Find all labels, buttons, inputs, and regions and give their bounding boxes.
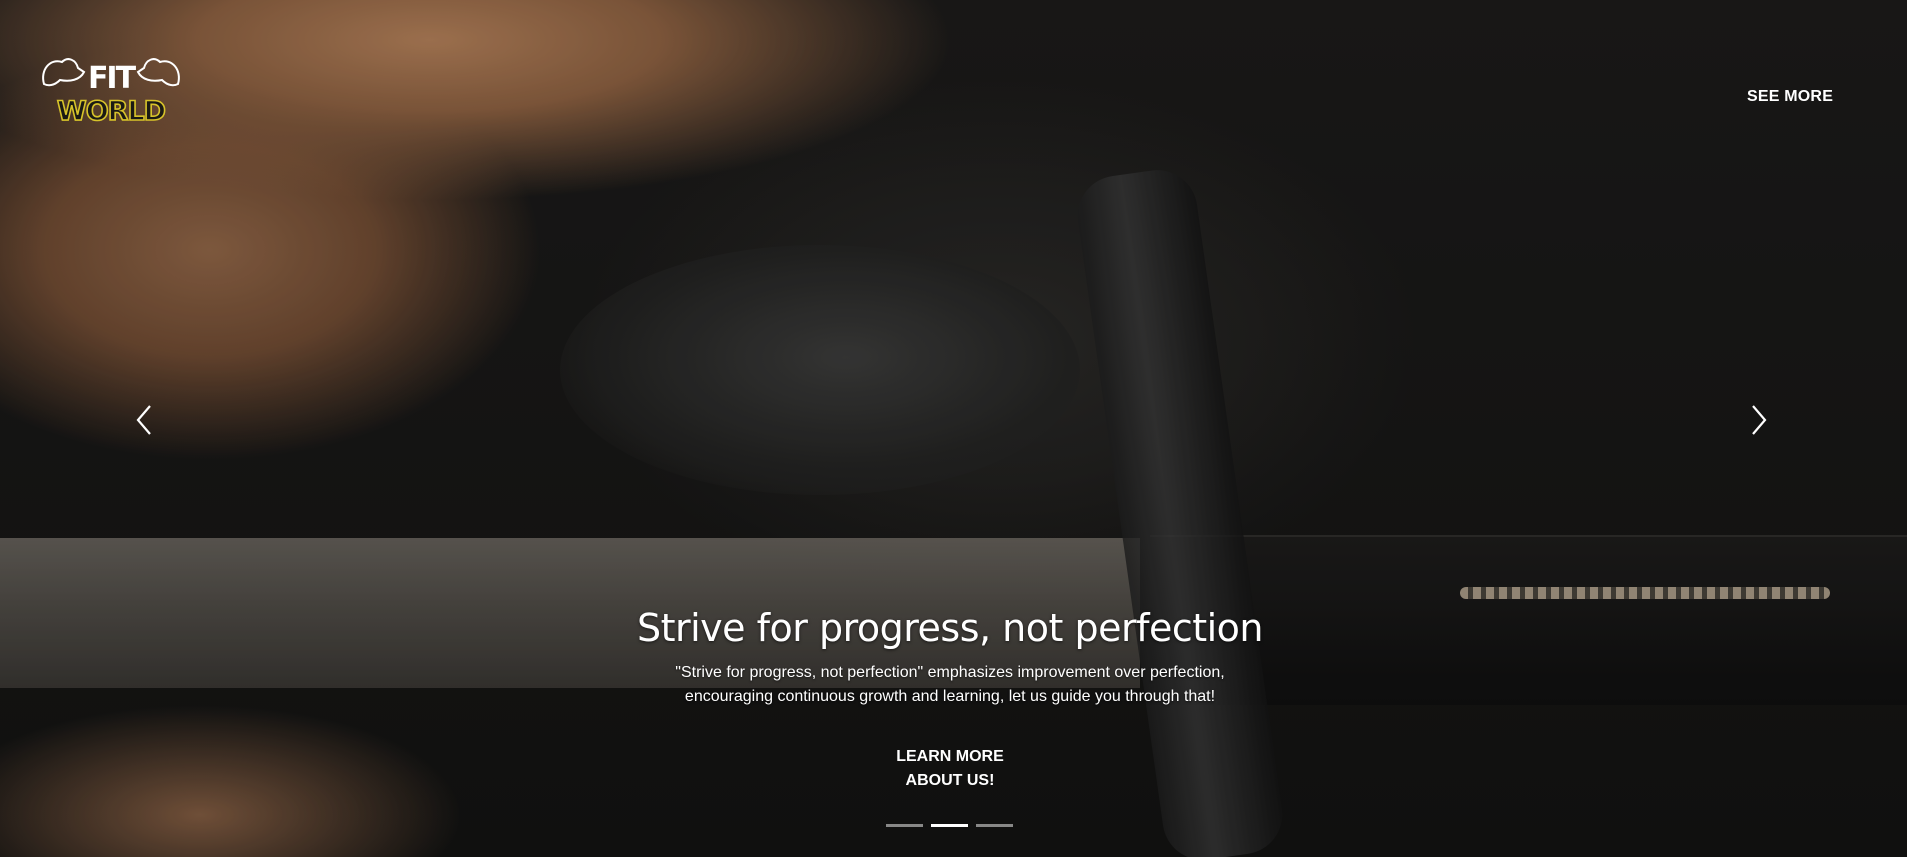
chevron-left-icon[interactable] [134,403,154,437]
slide-title: Strive for progress, not perfection [636,606,1264,650]
slide-description: "Strive for progress, not perfection" em… [675,664,1225,705]
learn-more-button[interactable]: LEARN MORE ABOUT US! [880,745,1020,793]
learn-more-label-line2: ABOUT US! [905,772,995,789]
carousel-indicators [886,824,1013,827]
see-more-link[interactable]: SEE MORE [1747,88,1833,106]
carousel-indicator-2[interactable] [931,824,968,827]
carousel-indicator-1[interactable] [886,824,923,827]
logo-world-text: WORLD [57,96,165,127]
slide-caption: Strive for progress, not perfection "Str… [600,605,1300,709]
hero-carousel: FIT WORLD SEE MORE Strive for progress, … [0,0,1907,857]
image-overlay [0,0,1907,857]
carousel-indicator-3[interactable] [976,824,1013,827]
logo-fit-text: FIT [88,61,137,96]
chevron-right-icon[interactable] [1749,403,1769,437]
learn-more-label-line1: LEARN MORE [896,748,1004,765]
logo[interactable]: FIT WORLD [36,50,186,130]
